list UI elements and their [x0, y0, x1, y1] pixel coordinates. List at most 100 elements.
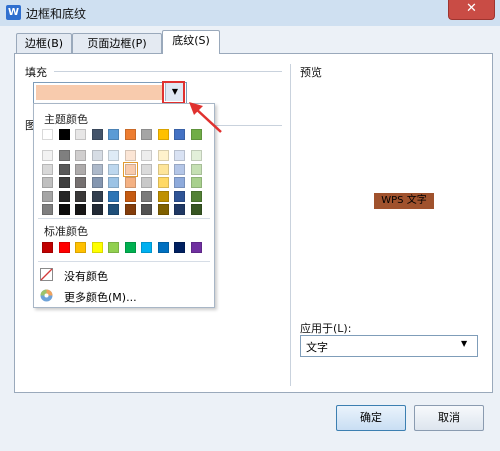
theme-tint-swatch[interactable] [75, 190, 86, 202]
more-colors-option[interactable]: 更多颜色(M)... [34, 286, 214, 305]
theme-tint-swatch[interactable] [157, 163, 169, 175]
palette-divider [38, 218, 210, 219]
standard-color-swatch[interactable] [75, 242, 86, 253]
color-wheel-icon [40, 289, 53, 302]
standard-color-swatch[interactable] [190, 242, 202, 253]
no-color-icon [40, 268, 53, 281]
cancel-button[interactable]: 取消 [414, 405, 484, 431]
no-color-option[interactable]: 没有颜色 [34, 265, 214, 284]
fill-color-swatch[interactable] [36, 85, 162, 100]
tab-shading[interactable]: 底纹(S) [162, 30, 220, 54]
column-separator [290, 64, 291, 386]
standard-color-swatch[interactable] [58, 242, 70, 253]
theme-tint-swatch[interactable] [141, 150, 152, 161]
theme-tint-swatch[interactable] [58, 150, 70, 161]
theme-tint-swatch[interactable] [108, 177, 119, 188]
theme-tint-swatch[interactable] [75, 204, 86, 215]
apply-to-select[interactable]: 文字 ▼ [300, 335, 478, 357]
theme-tint-swatch[interactable] [124, 177, 136, 188]
theme-tint-swatch[interactable] [108, 204, 119, 215]
standard-color-swatch[interactable] [124, 242, 136, 253]
theme-tint-swatch[interactable] [141, 163, 152, 175]
theme-tint-swatch[interactable] [42, 163, 53, 175]
theme-tint-swatch[interactable] [124, 204, 136, 215]
ok-button[interactable]: 确定 [336, 405, 406, 431]
theme-tint-swatch[interactable] [157, 190, 169, 202]
theme-tint-swatch[interactable] [157, 150, 169, 161]
theme-tint-swatch[interactable] [190, 204, 202, 215]
theme-tint-swatch[interactable] [75, 163, 86, 175]
standard-color-swatch[interactable] [157, 242, 169, 253]
standard-color-swatch[interactable] [42, 242, 53, 253]
dialog-title: 边框和底纹 [26, 7, 87, 21]
tab-borders[interactable]: 边框(B) [16, 33, 72, 54]
standard-color-swatch[interactable] [108, 242, 119, 253]
theme-tint-swatch[interactable] [91, 190, 103, 202]
theme-color-swatch[interactable] [124, 129, 136, 140]
standard-colors-title: 标准颜色 [44, 225, 88, 238]
theme-tint-swatch[interactable] [75, 177, 86, 188]
theme-color-swatch[interactable] [91, 129, 103, 140]
theme-tint-swatch[interactable] [91, 204, 103, 215]
theme-tint-swatch[interactable] [91, 177, 103, 188]
theme-tint-swatch[interactable] [108, 150, 119, 161]
theme-tint-swatch[interactable] [174, 190, 185, 202]
theme-tint-swatch[interactable] [122, 161, 138, 177]
theme-color-swatch[interactable] [157, 129, 169, 140]
theme-tint-swatch[interactable] [58, 177, 70, 188]
theme-tint-swatch[interactable] [190, 163, 202, 175]
preview-sample-text: WPS 文字 [374, 193, 434, 209]
theme-tint-swatch[interactable] [174, 204, 185, 215]
annotation-arrow-icon [189, 102, 222, 133]
theme-tint-swatch[interactable] [108, 190, 119, 202]
theme-tint-swatch[interactable] [42, 150, 53, 161]
annotation-highlight-box [162, 81, 185, 104]
theme-color-swatch[interactable] [174, 129, 185, 140]
theme-tint-swatch[interactable] [174, 163, 185, 175]
theme-tint-swatch[interactable] [58, 190, 70, 202]
theme-tint-swatch[interactable] [75, 150, 86, 161]
close-button[interactable]: ✕ [448, 0, 495, 20]
theme-tint-swatch[interactable] [58, 204, 70, 215]
fill-section-label: 填充 [25, 66, 47, 79]
theme-tint-swatch[interactable] [91, 163, 103, 175]
theme-tint-swatch[interactable] [157, 177, 169, 188]
theme-tint-swatch[interactable] [190, 190, 202, 202]
no-color-label: 没有颜色 [64, 270, 108, 283]
theme-color-swatch[interactable] [141, 129, 152, 140]
theme-tint-swatch[interactable] [42, 190, 53, 202]
theme-tint-swatch[interactable] [124, 150, 136, 161]
palette-divider [38, 261, 210, 262]
theme-color-swatch[interactable] [108, 129, 119, 140]
standard-color-swatch[interactable] [141, 242, 152, 253]
theme-tint-swatch[interactable] [141, 177, 152, 188]
apply-to-label: 应用于(L): [300, 322, 352, 335]
theme-color-swatch[interactable] [42, 129, 53, 140]
theme-tint-swatch[interactable] [42, 204, 53, 215]
close-icon: ✕ [466, 1, 477, 16]
preview-section-label: 预览 [300, 66, 322, 79]
theme-colors-title: 主题颜色 [44, 113, 88, 126]
standard-color-swatch[interactable] [91, 242, 103, 253]
theme-tint-swatch[interactable] [91, 150, 103, 161]
wps-writer-icon: W [6, 5, 21, 20]
tab-page-borders[interactable]: 页面边框(P) [72, 33, 162, 54]
chevron-down-icon: ▼ [461, 339, 468, 348]
theme-tint-swatch[interactable] [190, 177, 202, 188]
theme-tint-swatch[interactable] [58, 163, 70, 175]
fill-section-divider [54, 71, 282, 72]
apply-to-value: 文字 [306, 341, 328, 354]
theme-tint-swatch[interactable] [174, 177, 185, 188]
theme-color-swatch[interactable] [75, 129, 86, 140]
theme-tint-swatch[interactable] [124, 190, 136, 202]
theme-tint-swatch[interactable] [108, 163, 119, 175]
more-colors-label: 更多颜色(M)... [64, 291, 137, 304]
theme-tint-swatch[interactable] [157, 204, 169, 215]
theme-tint-swatch[interactable] [190, 150, 202, 161]
theme-color-swatch[interactable] [58, 129, 70, 140]
standard-color-swatch[interactable] [174, 242, 185, 253]
theme-tint-swatch[interactable] [42, 177, 53, 188]
theme-tint-swatch[interactable] [141, 190, 152, 202]
theme-tint-swatch[interactable] [174, 150, 185, 161]
theme-tint-swatch[interactable] [141, 204, 152, 215]
